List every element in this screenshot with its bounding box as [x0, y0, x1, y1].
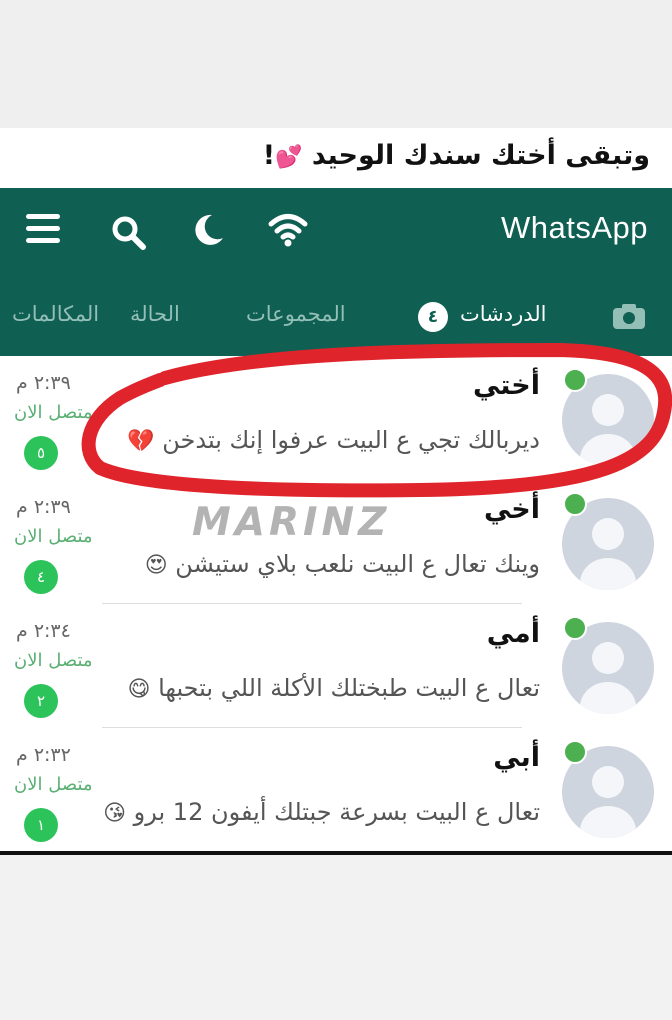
top-blank-area — [0, 0, 672, 128]
menu-icon[interactable] — [26, 214, 60, 244]
online-indicator — [563, 740, 587, 764]
online-indicator — [563, 616, 587, 640]
preview-text: ديربالك تجي ع البيت عرفوا إنك بتدخن — [162, 426, 540, 454]
camera-icon[interactable] — [612, 302, 646, 330]
watermark: MARINZ — [192, 500, 391, 545]
message-preview: ديربالك تجي ع البيت عرفوا إنك بتدخن 💔 — [127, 426, 540, 454]
message-preview: تعال ع البيت طبختلك الأكلة اللي بتحبها 😋 — [127, 674, 540, 702]
contact-name: أخي — [483, 494, 540, 525]
chat-row-mother[interactable]: أمي تعال ع البيت طبختلك الأكلة اللي بتحب… — [0, 604, 672, 728]
bottom-blank-area — [0, 855, 672, 1020]
tab-calls[interactable]: المكالمات — [12, 302, 99, 326]
contact-name: أختي — [472, 370, 540, 401]
online-status: متصل الان — [14, 650, 93, 671]
online-indicator — [563, 368, 587, 392]
heart-eyes-emoji: 😍 — [144, 553, 168, 578]
moon-icon[interactable] — [190, 212, 226, 248]
message-time: ٢:٣٤ م — [16, 620, 71, 642]
story-caption: وتبقى أختك سندك الوحيد 💕! — [263, 140, 650, 171]
yum-emoji: 😋 — [127, 677, 151, 702]
unread-badge: ٤ — [24, 560, 58, 594]
caption-text: وتبقى أختك سندك الوحيد — [311, 140, 650, 171]
chat-list: أختي ديربالك تجي ع البيت عرفوا إنك بتدخن… — [0, 356, 672, 852]
heart-emoji: 💕 — [275, 145, 303, 170]
preview-text: تعال ع البيت طبختلك الأكلة اللي بتحبها — [158, 674, 540, 702]
preview-text: وينك تعال ع البيت نلعب بلاي ستيشن — [175, 550, 540, 578]
message-time: ٢:٣٢ م — [16, 744, 71, 766]
chat-row-sister[interactable]: أختي ديربالك تجي ع البيت عرفوا إنك بتدخن… — [0, 356, 672, 480]
caption-suffix: ! — [262, 140, 276, 171]
message-preview: وينك تعال ع البيت نلعب بلاي ستيشن 😍 — [145, 550, 540, 578]
message-time: ٢:٣٩ م — [16, 372, 71, 394]
contact-name: أمي — [486, 618, 540, 649]
wifi-icon[interactable] — [268, 212, 308, 248]
unread-badge: ١ — [24, 808, 58, 842]
chats-count-badge: ٤ — [418, 302, 448, 332]
online-status: متصل الان — [14, 402, 93, 423]
search-icon[interactable] — [110, 214, 148, 252]
tab-chats[interactable]: الدردشات — [460, 302, 547, 326]
tab-groups[interactable]: المجموعات — [246, 302, 346, 326]
contact-name: أبي — [493, 742, 540, 773]
online-indicator — [563, 492, 587, 516]
message-time: ٢:٣٩ م — [16, 496, 71, 518]
unread-badge: ٥ — [24, 436, 58, 470]
online-status: متصل الان — [14, 774, 93, 795]
preview-text: تعال ع البيت بسرعة جبتلك أيفون 12 برو — [133, 798, 540, 826]
broken-heart-emoji: 💔 — [127, 429, 155, 454]
message-preview: تعال ع البيت بسرعة جبتلك أيفون 12 برو 😘 — [103, 798, 540, 826]
tab-status[interactable]: الحالة — [130, 302, 180, 326]
online-status: متصل الان — [14, 526, 93, 547]
kiss-emoji: 😘 — [103, 801, 127, 826]
unread-badge: ٢ — [24, 684, 58, 718]
app-title: WhatsApp — [500, 210, 648, 245]
chat-row-father[interactable]: أبي تعال ع البيت بسرعة جبتلك أيفون 12 بر… — [0, 728, 672, 852]
